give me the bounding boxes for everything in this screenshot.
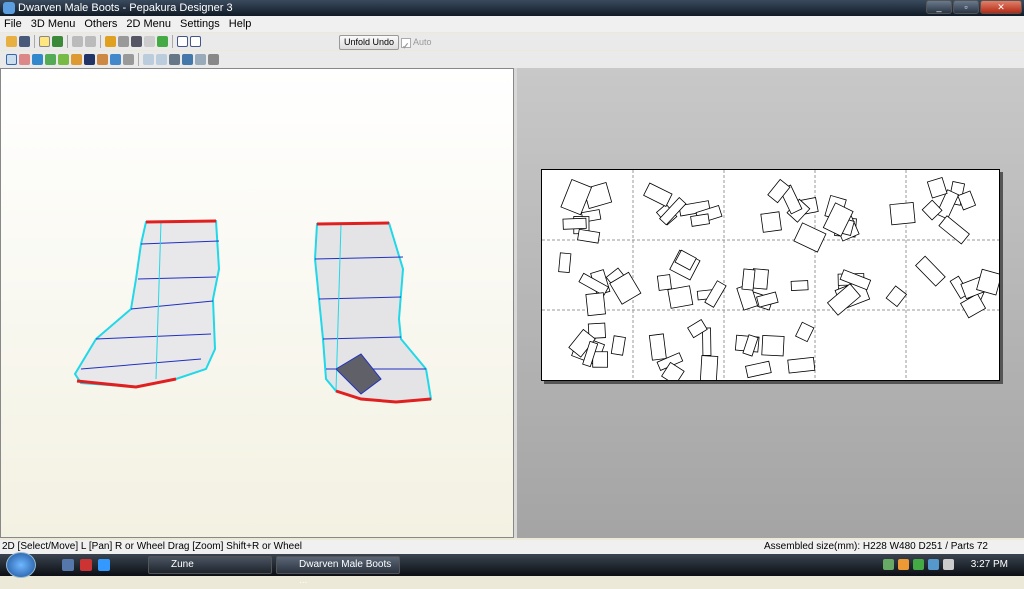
volume-icon[interactable] (943, 559, 954, 570)
2d-view[interactable] (517, 68, 1024, 538)
menu-file[interactable]: File (4, 16, 22, 32)
menu-3d[interactable]: 3D Menu (31, 16, 76, 32)
paper-part[interactable] (741, 268, 756, 291)
edge-tool-icon[interactable] (19, 54, 30, 65)
network-icon[interactable] (928, 559, 939, 570)
paper-part[interactable] (790, 280, 809, 291)
anchor-icon[interactable] (131, 36, 142, 47)
paper-part[interactable] (690, 213, 710, 227)
paper-part[interactable] (656, 274, 672, 291)
ie-icon[interactable] (98, 559, 110, 571)
tray-icon[interactable] (913, 559, 924, 570)
select-icon[interactable] (157, 36, 168, 47)
paper-part[interactable] (699, 355, 719, 386)
undo-icon[interactable] (123, 54, 134, 65)
rotate-icon[interactable] (110, 54, 121, 65)
menu-help[interactable]: Help (229, 16, 252, 32)
paper-part[interactable] (648, 333, 667, 361)
paper-part[interactable] (562, 217, 587, 230)
paper-part[interactable] (921, 199, 943, 221)
status-bar: 2D [Select/Move] L [Pan] R or Wheel Drag… (0, 540, 1024, 554)
taskbar-item-zune[interactable]: Zune (148, 556, 272, 574)
window-title: Dwarven Male Boots - Pepakura Designer 3 (18, 2, 233, 14)
assembled-size: Assembled size(mm): H228 W480 D251 / Par… (764, 541, 988, 552)
pencil-icon[interactable] (105, 36, 116, 47)
paper-part[interactable] (885, 285, 908, 308)
tray-icon[interactable] (883, 559, 894, 570)
auto-label: Auto (413, 37, 432, 47)
title-bar: Dwarven Male Boots - Pepakura Designer 3… (0, 0, 1024, 16)
paper-part[interactable] (787, 356, 816, 374)
menu-bar: File 3D Menu Others 2D Menu Settings Hel… (0, 16, 1024, 32)
arrange-icon[interactable] (156, 54, 167, 65)
save-icon[interactable] (19, 36, 30, 47)
paper-part[interactable] (761, 334, 785, 357)
unfold-undo-button[interactable]: Unfold Undo (339, 35, 400, 50)
menu-others[interactable]: Others (84, 16, 117, 32)
close-button[interactable]: ✕ (980, 0, 1022, 14)
paint-icon[interactable] (97, 54, 108, 65)
fit-icon[interactable] (143, 54, 154, 65)
layout-icon[interactable] (182, 54, 193, 65)
right-boot (313, 221, 433, 404)
paper-part[interactable] (915, 255, 946, 287)
image-icon[interactable] (32, 54, 43, 65)
left-boot (73, 219, 221, 389)
cube-icon[interactable] (52, 36, 63, 47)
paper-part[interactable] (760, 211, 782, 233)
paper-part[interactable] (643, 182, 673, 207)
app-icon (3, 2, 15, 14)
part-icon[interactable] (58, 54, 69, 65)
cylinder-icon[interactable] (118, 36, 129, 47)
taskbar-item-pepakura[interactable]: Dwarven Male Boots ... (276, 556, 400, 586)
zune-quicklaunch-icon[interactable] (80, 559, 92, 571)
menu-2d[interactable]: 2D Menu (126, 16, 171, 32)
paper-part[interactable] (610, 335, 626, 356)
paper-part[interactable] (577, 228, 601, 244)
paper-part[interactable] (889, 201, 916, 226)
clock[interactable]: 3:27 PM (971, 554, 1008, 576)
paper-part[interactable] (702, 327, 712, 356)
maximize-button[interactable]: ▫ (953, 0, 979, 14)
unfold-icon[interactable] (72, 36, 83, 47)
text-icon[interactable] (169, 54, 180, 65)
page-icon[interactable] (144, 36, 155, 47)
3d-model (73, 219, 433, 404)
taskbar: Zune Dwarven Male Boots ... 3:27 PM (0, 552, 1024, 586)
view-single-icon[interactable] (177, 36, 188, 47)
paper-part[interactable] (592, 351, 608, 368)
system-tray (883, 559, 954, 570)
paper-part[interactable] (793, 222, 827, 253)
book-icon[interactable] (71, 54, 82, 65)
unfolded-parts (542, 170, 1003, 386)
taskbar-label: Zune (171, 559, 194, 570)
toolbar-2d (0, 51, 1024, 68)
status-hint: 2D [Select/Move] L [Pan] R or Wheel Drag… (2, 541, 303, 552)
menu-settings[interactable]: Settings (180, 16, 220, 32)
tray-icon[interactable] (898, 559, 909, 570)
toolbar-main (0, 33, 1024, 50)
paper-sheet (541, 169, 1003, 386)
3d-view[interactable] (0, 68, 514, 538)
select-mode-icon[interactable] (6, 54, 17, 65)
flap-icon[interactable] (45, 54, 56, 65)
view-split-icon[interactable] (190, 36, 201, 47)
refold-icon[interactable] (85, 36, 96, 47)
auto-checkbox[interactable]: ✓ Auto (401, 35, 432, 51)
open-icon[interactable] (6, 36, 17, 47)
paper-part[interactable] (585, 292, 606, 317)
minimize-button[interactable]: _ (926, 0, 952, 14)
page-setup-icon[interactable] (195, 54, 206, 65)
show-desktop-icon[interactable] (62, 559, 74, 571)
rect-icon[interactable] (84, 54, 95, 65)
paper-part[interactable] (745, 360, 772, 379)
paper-part[interactable] (558, 252, 572, 274)
start-button[interactable] (6, 552, 36, 578)
paper-part[interactable] (795, 321, 815, 343)
lightbulb-icon[interactable] (39, 36, 50, 47)
taskbar-label: Dwarven Male Boots ... (299, 559, 392, 586)
paper-part[interactable] (926, 176, 948, 199)
print-icon[interactable] (208, 54, 219, 65)
paper-part[interactable] (560, 179, 593, 216)
